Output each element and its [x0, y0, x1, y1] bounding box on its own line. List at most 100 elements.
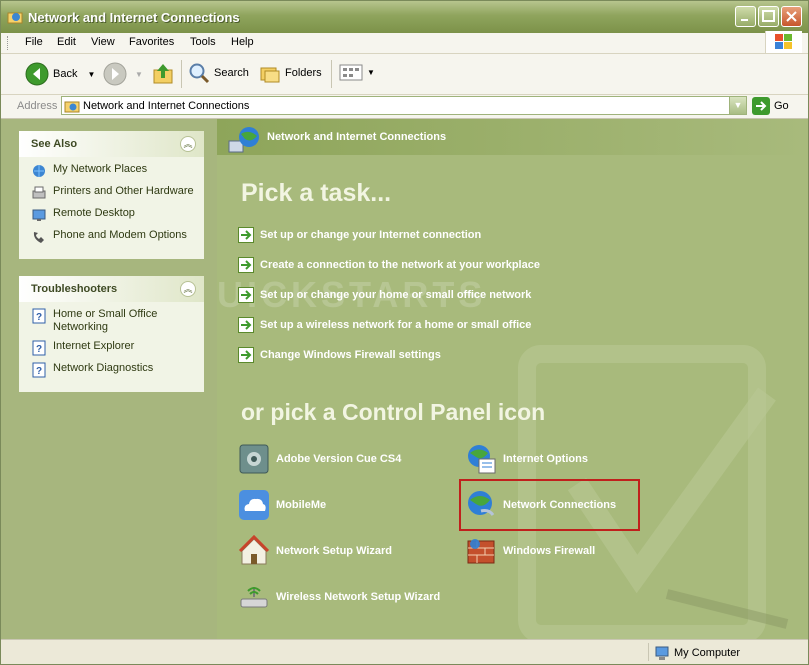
- cp-windows-firewall[interactable]: Windows Firewall: [465, 535, 595, 567]
- link-label: Network Diagnostics: [53, 362, 154, 374]
- task-label: Change Windows Firewall settings: [260, 349, 441, 361]
- cp-label: Adobe Version Cue CS4: [276, 453, 402, 465]
- go-button[interactable]: Go: [752, 97, 789, 115]
- link-home-office-networking[interactable]: ? Home or Small Office Networking: [31, 308, 196, 334]
- forward-button[interactable]: ▼: [103, 62, 143, 86]
- maximize-button[interactable]: [758, 6, 779, 27]
- task-label: Create a connection to the network at yo…: [260, 259, 540, 271]
- menu-help[interactable]: Help: [231, 36, 254, 48]
- views-icon: [339, 64, 363, 81]
- folders-button[interactable]: Folders: [259, 62, 322, 84]
- cp-adobe-version-cue[interactable]: Adobe Version Cue CS4: [238, 443, 401, 475]
- network-globe-icon: [228, 127, 259, 153]
- troubleshooters-panel: Troubleshooters ︽ ? Home or Small Office…: [19, 276, 204, 392]
- minimize-button[interactable]: [735, 6, 756, 27]
- highlight-box: [459, 479, 640, 531]
- mobileme-cloud-icon: [239, 490, 269, 520]
- title-bar[interactable]: Network and Internet Connections: [1, 1, 808, 33]
- task-label: Set up or change your home or small offi…: [260, 289, 532, 301]
- cp-label: Network Setup Wizard: [276, 545, 393, 557]
- folders-icon: [260, 67, 280, 83]
- task-label: Set up a wireless network for a home or …: [260, 319, 532, 331]
- status-zone-label: My Computer: [674, 647, 741, 659]
- link-network-diagnostics[interactable]: ? Network Diagnostics: [31, 362, 196, 378]
- standard-toolbar: Back ▼ ▼ Search Folders ▼: [1, 54, 808, 95]
- go-arrow-icon: [752, 97, 770, 115]
- pick-icon-heading: or pick a Control Panel icon: [241, 399, 546, 425]
- wireless-network-icon: [240, 587, 268, 608]
- menu-view[interactable]: View: [91, 36, 115, 48]
- address-dropdown-button[interactable]: ▼: [729, 97, 746, 114]
- address-input[interactable]: Network and Internet Connections ▼: [61, 96, 747, 115]
- network-setup-house-icon: [238, 535, 270, 565]
- link-printers-hardware[interactable]: Printers and Other Hardware: [31, 185, 196, 201]
- link-label: My Network Places: [53, 163, 148, 175]
- address-bar: Address Network and Internet Connections…: [1, 95, 808, 119]
- task-arrow-icon: [238, 347, 254, 363]
- see-also-panel: See Also ︽ My Network Places Printers an…: [19, 131, 204, 259]
- window-title: Network and Internet Connections: [28, 10, 240, 25]
- close-button[interactable]: [781, 6, 802, 27]
- status-zone: My Computer: [654, 645, 740, 661]
- cp-internet-options[interactable]: Internet Options: [465, 443, 588, 475]
- link-phone-modem[interactable]: Phone and Modem Options: [31, 229, 196, 245]
- forward-arrow-icon: [103, 62, 127, 86]
- adobe-version-cue-icon: [239, 444, 269, 474]
- menu-grip: [7, 36, 11, 50]
- firewall-brick-icon: [467, 539, 495, 564]
- link-label: Phone and Modem Options: [53, 229, 187, 241]
- task-pane: See Also ︽ My Network Places Printers an…: [1, 119, 217, 639]
- see-also-header[interactable]: See Also ︽: [19, 131, 204, 157]
- link-remote-desktop[interactable]: Remote Desktop: [31, 207, 196, 223]
- menu-tools[interactable]: Tools: [190, 36, 216, 48]
- cp-network-setup-wizard[interactable]: Network Setup Wizard: [238, 535, 392, 567]
- up-folder-icon: [153, 64, 173, 84]
- see-also-title: See Also: [31, 138, 78, 150]
- task-firewall-settings[interactable]: Change Windows Firewall settings: [238, 347, 441, 363]
- toolbar-separator: [181, 60, 182, 88]
- category-header: Network and Internet Connections: [217, 119, 808, 155]
- svg-text:?: ?: [36, 344, 42, 355]
- cp-wireless-setup-wizard[interactable]: Wireless Network Setup Wizard: [238, 581, 440, 613]
- category-pane: Network and Internet Connections Pick a …: [217, 119, 808, 639]
- printer-icon: [32, 186, 46, 199]
- pick-task-heading: Pick a task...: [241, 179, 392, 207]
- collapse-chevron-icon[interactable]: ︽: [180, 281, 196, 297]
- back-button[interactable]: Back ▼: [25, 62, 95, 86]
- collapse-chevron-icon[interactable]: ︽: [180, 136, 196, 152]
- menu-file[interactable]: File: [25, 36, 43, 48]
- internet-options-icon: [468, 445, 496, 474]
- folders-label: Folders: [285, 67, 322, 79]
- help-icon: ?: [32, 340, 46, 356]
- network-folder-icon: [7, 9, 23, 28]
- task-home-network[interactable]: Set up or change your home or small offi…: [238, 287, 531, 303]
- link-label: Home or Small Office Networking: [53, 308, 158, 333]
- svg-text:?: ?: [36, 366, 42, 377]
- status-divider: [648, 643, 649, 661]
- views-button[interactable]: ▼: [339, 62, 375, 82]
- menu-edit[interactable]: Edit: [57, 36, 76, 48]
- link-my-network-places[interactable]: My Network Places: [31, 163, 196, 179]
- menu-favorites[interactable]: Favorites: [129, 36, 174, 48]
- cp-label: Internet Options: [503, 453, 588, 465]
- content-area: See Also ︽ My Network Places Printers an…: [1, 119, 808, 639]
- task-arrow-icon: [238, 287, 254, 303]
- category-title: Network and Internet Connections: [267, 131, 447, 143]
- views-dropdown-icon[interactable]: ▼: [367, 68, 375, 77]
- search-icon: [189, 63, 210, 84]
- help-icon: ?: [32, 362, 46, 378]
- cp-mobileme[interactable]: MobileMe: [238, 489, 326, 521]
- troubleshooters-header[interactable]: Troubleshooters ︽: [19, 276, 204, 302]
- task-wireless-network[interactable]: Set up a wireless network for a home or …: [238, 317, 531, 333]
- task-label: Set up or change your Internet connectio…: [260, 229, 482, 241]
- forward-dropdown-icon[interactable]: ▼: [135, 70, 143, 79]
- back-dropdown-icon[interactable]: ▼: [87, 70, 95, 79]
- my-computer-icon: [655, 646, 669, 660]
- address-value: Network and Internet Connections: [83, 100, 250, 112]
- up-folder-button[interactable]: [151, 62, 175, 86]
- link-internet-explorer[interactable]: ? Internet Explorer: [31, 340, 196, 356]
- task-internet-connection[interactable]: Set up or change your Internet connectio…: [238, 227, 481, 243]
- search-button[interactable]: Search: [188, 62, 249, 84]
- task-workplace-connection[interactable]: Create a connection to the network at yo…: [238, 257, 540, 273]
- address-label: Address: [17, 100, 58, 112]
